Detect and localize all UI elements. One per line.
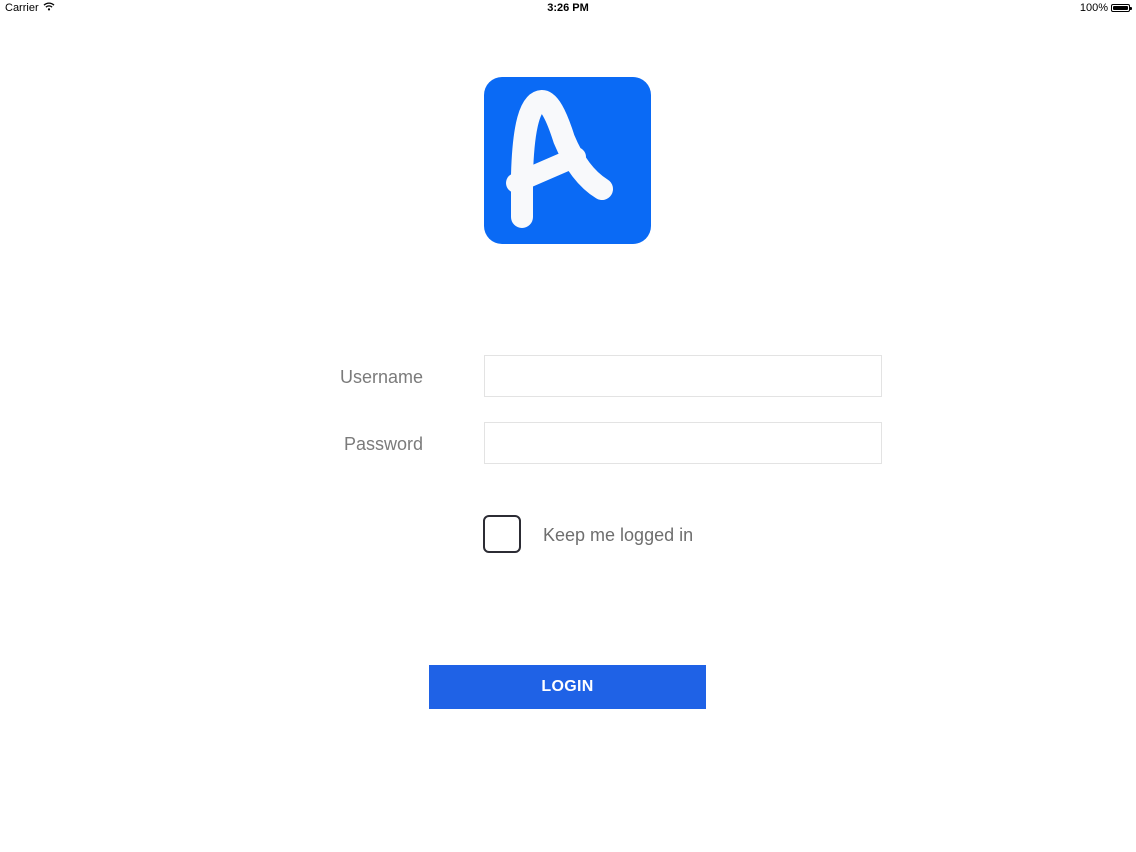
status-time: 3:26 PM [547,2,589,14]
app-logo: A [484,77,651,244]
battery-fill [1113,6,1128,10]
password-label: Password [343,434,423,454]
keep-logged-in-label: Keep me logged in [543,525,694,545]
keep-logged-in-checkbox[interactable] [483,515,521,553]
battery-percent: 100% [1079,2,1108,14]
status-bar: Carrier 3:26 PM 100% [0,0,1136,18]
login-button[interactable]: LOGIN [429,665,706,709]
password-input[interactable] [484,422,882,464]
username-label: Username [339,367,423,387]
battery-icon [1111,4,1132,12]
username-input[interactable] [484,355,882,397]
status-right: 100% [1079,2,1132,14]
